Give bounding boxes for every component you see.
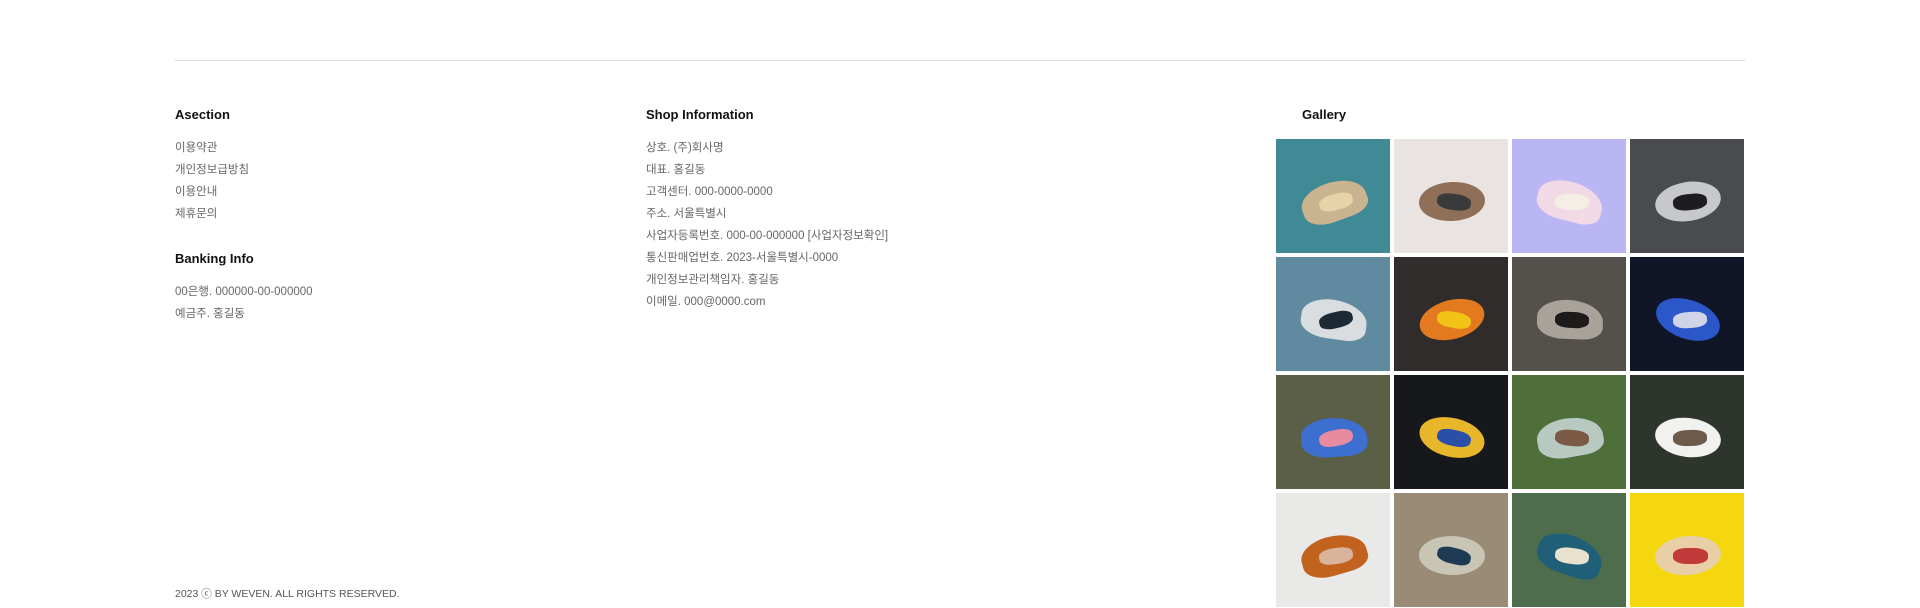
gallery-thumbnail-sneakers-puddle[interactable] [1512, 257, 1626, 371]
privacy-officer-text: 개인정보관리책임자. 홍길동 [646, 274, 780, 286]
guide-link[interactable]: 이용안내 [175, 181, 555, 203]
partnership-link[interactable]: 제휴문의 [175, 203, 555, 225]
gallery-thumbnail-blue-pink-sneakers[interactable] [1276, 375, 1390, 489]
privacy-policy-link[interactable]: 개인정보급방침 [175, 159, 555, 181]
ceo-text: 대표. 홍길동 [646, 164, 706, 176]
email-text: 이메일. 000@0000.com [646, 296, 766, 308]
gallery-thumbnail-beige-cap-yellow[interactable] [1630, 493, 1744, 607]
thumbnail-accent [1673, 429, 1708, 447]
gallery-thumbnail-blue-sneaker-night[interactable] [1630, 257, 1744, 371]
account-holder-text: 예금주. 홍길동 [175, 308, 245, 320]
customer-center-text: 고객센터. 000-0000-0000 [646, 186, 773, 198]
gallery-thumbnail-teal-cap-man[interactable] [1512, 493, 1626, 607]
gallery-thumbnail-patterned-cap-crowd[interactable] [1512, 375, 1626, 489]
thumbnail-accent [1554, 310, 1590, 329]
gallery-thumbnail-sneakers-railing[interactable] [1276, 257, 1390, 371]
gallery-thumbnail-yellow-caps-display[interactable] [1394, 375, 1508, 489]
gallery-column: Gallery [1276, 108, 1745, 607]
asection-column: Asection 이용약관 개인정보급방침 이용안내 제휴문의 Banking … [175, 108, 555, 325]
bank-account-text: 00은행. 000000-00-000000 [175, 286, 313, 298]
shop-information-column: Shop Information 상호. (주)회사명 대표. 홍길동 고객센터… [646, 108, 1166, 313]
gallery-thumbnail-interior-frames-shelf[interactable] [1394, 139, 1508, 253]
shop-information-lines: 상호. (주)회사명 대표. 홍길동 고객센터. 000-0000-0000 주… [646, 137, 1166, 313]
gallery-thumbnail-grey-nike-sneaker[interactable] [1630, 139, 1744, 253]
terms-link[interactable]: 이용약관 [175, 137, 555, 159]
gallery-thumbnail-white-cap-man[interactable] [1630, 375, 1744, 489]
asection-title: Asection [175, 107, 230, 122]
gallery-thumbnail-trucker-cap-patch[interactable] [1394, 493, 1508, 607]
company-name-text: 상호. (주)회사명 [646, 142, 724, 154]
banking-lines: 00은행. 000000-00-000000 예금주. 홍길동 [175, 281, 555, 325]
gallery-thumbnail-interior-mirror-plant[interactable] [1276, 139, 1390, 253]
footer-divider [175, 60, 1745, 61]
banking-title: Banking Info [175, 251, 254, 266]
business-registration-link[interactable]: 사업자등록번호. 000-00-000000 [사업자정보확인] [646, 225, 1166, 247]
gallery-thumbnail-orange-air-max[interactable] [1394, 257, 1508, 371]
thumbnail-accent [1555, 193, 1590, 210]
gallery-thumbnail-pastel-sneakers[interactable] [1512, 139, 1626, 253]
shop-information-title: Shop Information [646, 107, 754, 122]
site-footer: Asection 이용약관 개인정보급방침 이용안내 제휴문의 Banking … [0, 0, 1920, 608]
gallery-grid [1276, 139, 1745, 607]
address-text: 주소. 서울특별시 [646, 208, 727, 220]
banking-info: Banking Info 00은행. 000000-00-000000 예금주.… [175, 252, 555, 325]
thumbnail-accent [1673, 547, 1708, 564]
gallery-title: Gallery [1302, 107, 1347, 122]
gallery-thumbnail-orange-beanie[interactable] [1276, 493, 1390, 607]
mail-order-number-text: 통신판매업번호. 2023-서울특별시-0000 [646, 252, 839, 264]
asection-links: 이용약관 개인정보급방침 이용안내 제휴문의 [175, 137, 555, 225]
copyright-text: 2023 ⓒ BY WEVEN. ALL RIGHTS RESERVED. [175, 588, 400, 600]
